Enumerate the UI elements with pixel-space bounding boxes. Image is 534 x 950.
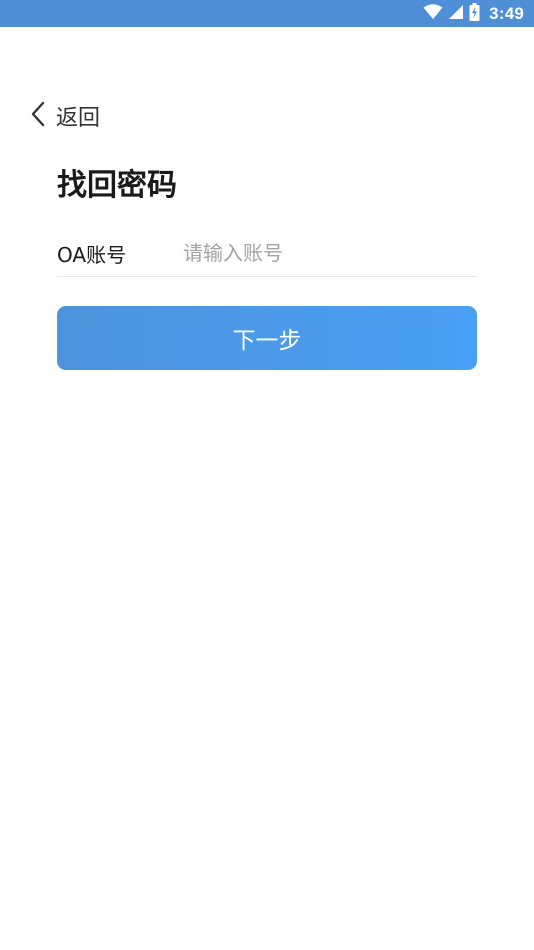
- status-icons: 3:49: [423, 0, 524, 27]
- back-button[interactable]: 返回: [30, 98, 100, 134]
- page-title: 找回密码: [57, 168, 177, 203]
- account-field-row: OA账号: [57, 230, 477, 277]
- wifi-icon: [423, 3, 443, 24]
- back-label: 返回: [56, 106, 101, 131]
- account-label: OA账号: [57, 242, 127, 267]
- next-button[interactable]: 下一步: [57, 306, 477, 370]
- battery-charging-icon: [469, 2, 480, 25]
- status-bar: 3:49: [0, 0, 534, 27]
- cell-signal-icon: [448, 4, 464, 24]
- chevron-left-icon: [30, 101, 46, 131]
- status-time: 3:49: [489, 3, 524, 23]
- account-input[interactable]: [183, 238, 477, 268]
